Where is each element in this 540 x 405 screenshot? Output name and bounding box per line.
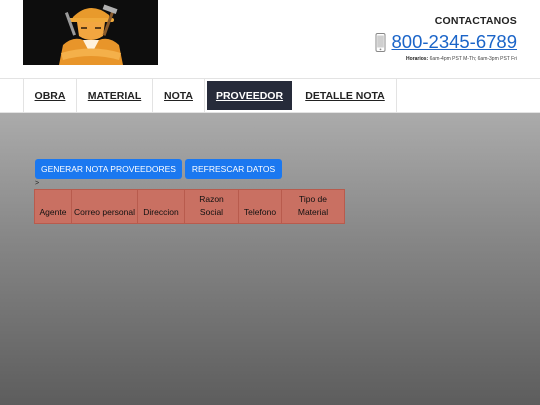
contact-block: CONTACTANOS 800-2345-6789 Horarios: 6am-… xyxy=(317,15,517,62)
phone-number-link[interactable]: 800-2345-6789 xyxy=(392,32,518,52)
nav-item-detalle-nota[interactable]: DETALLE NOTA xyxy=(294,79,397,112)
construction-worker-logo[interactable] xyxy=(23,0,158,65)
table-header-row: Agente Correo personal Direccion Razon S… xyxy=(34,189,345,224)
refresh-data-button[interactable]: REFRESCAR DATOS xyxy=(185,159,282,179)
column-header-agente[interactable]: Agente xyxy=(34,189,72,224)
column-header-correo-personal[interactable]: Correo personal xyxy=(71,189,138,224)
suppliers-table: Agente Correo personal Direccion Razon S… xyxy=(34,189,345,224)
nav-item-obra[interactable]: OBRA xyxy=(24,79,77,112)
contact-title: CONTACTANOS xyxy=(434,15,517,27)
content-area: GENERAR NOTA PROVEEDORES REFRESCAR DATOS… xyxy=(0,113,540,405)
business-hours: Horarios: 6am-4pm PST M-Th; 6am-3pm PST … xyxy=(317,56,517,62)
generate-supplier-note-button[interactable]: GENERAR NOTA PROVEEDORES xyxy=(35,159,182,179)
column-header-telefono[interactable]: Telefono xyxy=(238,189,282,224)
phone-row: 800-2345-6789 xyxy=(317,31,517,53)
site-header: CONTACTANOS 800-2345-6789 Horarios: 6am-… xyxy=(0,0,540,78)
hours-label: Horarios: xyxy=(406,56,429,62)
column-header-direccion[interactable]: Direccion xyxy=(137,189,185,224)
nav-item-proveedor[interactable]: PROVEEDOR xyxy=(207,81,292,110)
main-nav: OBRA MATERIAL NOTA PROVEEDOR DETALLE NOT… xyxy=(0,78,540,113)
nav-item-material[interactable]: MATERIAL xyxy=(77,79,153,112)
column-header-tipo-de-material[interactable]: Tipo de Material xyxy=(281,189,345,224)
nav-menu: OBRA MATERIAL NOTA PROVEEDOR DETALLE NOT… xyxy=(23,79,397,112)
mobile-phone-icon xyxy=(375,32,385,52)
column-header-razon-social[interactable]: Razon Social xyxy=(184,189,239,224)
nav-item-nota[interactable]: NOTA xyxy=(153,79,205,112)
hours-text: 6am-4pm PST M-Th; 6am-3pm PST Fri xyxy=(429,56,517,62)
caret-text: > xyxy=(35,180,40,187)
